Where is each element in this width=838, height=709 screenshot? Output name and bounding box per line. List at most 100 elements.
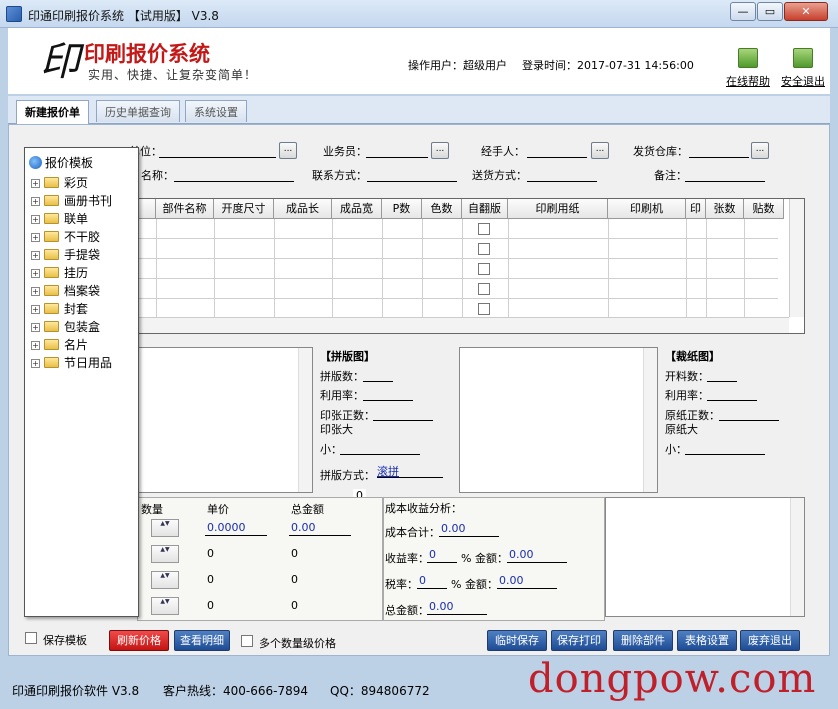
view-detail-button[interactable]: 查看明细 [174, 630, 230, 651]
qty-spinner[interactable]: ▲▼ [151, 519, 179, 537]
self-flip-checkbox[interactable] [478, 263, 490, 275]
expand-icon[interactable]: + [31, 251, 40, 260]
exit-icon[interactable] [793, 48, 813, 68]
unit-price-value[interactable]: 0 [207, 599, 214, 612]
expand-icon[interactable]: + [31, 269, 40, 278]
save-print-button[interactable]: 保存打印 [551, 630, 607, 651]
notes-box[interactable] [605, 497, 805, 617]
minimize-button[interactable]: — [730, 2, 756, 21]
total-value[interactable]: 0 [291, 599, 298, 612]
grid-header[interactable]: 成品长 [274, 199, 332, 219]
tree-item[interactable]: + 封套 [31, 300, 88, 318]
table-row[interactable] [138, 219, 778, 239]
parts-grid[interactable]: 部件名称 开度尺寸 成品长 成品宽 P数 色数 自翻版 印刷用纸 印刷机印张数 贴数 [137, 198, 805, 334]
expand-icon[interactable]: + [31, 197, 40, 206]
save-template-checkbox[interactable] [25, 632, 37, 644]
tab-history[interactable]: 历史单据查询 [96, 100, 180, 122]
expand-icon[interactable]: + [31, 341, 40, 350]
grid-header[interactable]: P数 [382, 199, 422, 219]
profit-amount-value[interactable]: 0.00 [509, 548, 534, 561]
tax-rate-value[interactable]: 0 [419, 574, 426, 587]
qty-spinner[interactable]: ▲▼ [151, 571, 179, 589]
tree-item[interactable]: + 节日用品 [31, 354, 112, 372]
template-tree[interactable]: 报价模板 + 彩页 + 画册书刊 + 联单 + 不干胶 + 手提袋 + 挂历 + 档案袋 + 封套 + 包装盒 + 名… [24, 147, 139, 617]
self-flip-checkbox[interactable] [478, 303, 490, 315]
tree-item[interactable]: + 手提袋 [31, 246, 100, 264]
grid-header[interactable]: 部件名称 [156, 199, 214, 219]
tree-item[interactable]: + 包装盒 [31, 318, 100, 336]
salesman-pick-button[interactable]: ... [431, 142, 449, 159]
grand-total-value[interactable]: 0.00 [429, 600, 454, 613]
close-button[interactable]: ✕ [784, 2, 828, 21]
expand-icon[interactable]: + [31, 215, 40, 224]
window-title: 印通印刷报价系统 【试用版】 V3.8 [28, 9, 219, 23]
qty-spinner[interactable]: ▲▼ [151, 545, 179, 563]
qty-spinner[interactable]: ▲▼ [151, 597, 179, 615]
cost-total-value[interactable]: 0.00 [441, 522, 466, 535]
refresh-price-button[interactable]: 刷新价格 [109, 630, 169, 651]
grid-header[interactable]: 印刷机 [608, 199, 686, 219]
grid-header[interactable]: 色数 [422, 199, 462, 219]
help-icon[interactable] [738, 48, 758, 68]
cutting-rate-label: 利用率： [665, 389, 709, 402]
contact-label: 联系方式： [312, 169, 367, 182]
discard-exit-button[interactable]: 废弃退出 [740, 630, 800, 651]
grid-header[interactable]: 开度尺寸 [214, 199, 274, 219]
self-flip-checkbox[interactable] [478, 283, 490, 295]
grid-header[interactable]: 张数 [706, 199, 744, 219]
grid-header[interactable]: 成品宽 [332, 199, 382, 219]
online-help-link[interactable]: 在线帮助 [726, 73, 770, 89]
total-value[interactable]: 0 [291, 573, 298, 586]
unit-price-value[interactable]: 0 [207, 573, 214, 586]
unit-price-value[interactable]: 0.0000 [207, 521, 246, 534]
total-value[interactable]: 0 [291, 547, 298, 560]
cost-title: 成本收益分析： [385, 502, 462, 515]
expand-icon[interactable]: + [31, 359, 40, 368]
handler-pick-button[interactable]: ... [591, 142, 609, 159]
folder-icon [44, 177, 59, 188]
tree-item[interactable]: + 挂历 [31, 264, 88, 282]
grid-header[interactable]: 印 [686, 199, 706, 219]
tax-amount-value[interactable]: 0.00 [499, 574, 524, 587]
maximize-button[interactable]: ▭ [757, 2, 783, 21]
expand-icon[interactable]: + [31, 179, 40, 188]
expand-icon[interactable]: + [31, 323, 40, 332]
self-flip-checkbox[interactable] [478, 243, 490, 255]
grid-header[interactable]: 印刷用纸 [508, 199, 608, 219]
grid-header[interactable]: 自翻版 [462, 199, 508, 219]
tree-item[interactable]: + 名片 [31, 336, 88, 354]
tree-item[interactable]: + 档案袋 [31, 282, 100, 300]
tree-item[interactable]: + 联单 [31, 210, 88, 228]
grid-horizontal-scrollbar[interactable] [138, 317, 789, 333]
tree-item[interactable]: + 彩页 [31, 174, 88, 192]
table-row[interactable] [138, 299, 778, 319]
table-settings-button[interactable]: 表格设置 [677, 630, 737, 651]
warehouse-pick-button[interactable]: ... [751, 142, 769, 159]
imposition-method-label: 拼版方式： [320, 469, 375, 482]
grid-header[interactable]: 贴数 [744, 199, 784, 219]
self-flip-checkbox[interactable] [478, 223, 490, 235]
tree-item[interactable]: + 不干胶 [31, 228, 100, 246]
delete-part-button[interactable]: 删除部件 [613, 630, 673, 651]
paper-size-label: 原纸大 [665, 423, 698, 436]
table-row[interactable] [138, 279, 778, 299]
customer-pick-button[interactable]: ... [279, 142, 297, 159]
tab-settings[interactable]: 系统设置 [185, 100, 247, 122]
multi-qty-checkbox[interactable] [241, 635, 253, 647]
temp-save-button[interactable]: 临时保存 [487, 630, 547, 651]
grid-vertical-scrollbar[interactable] [789, 199, 804, 317]
table-row[interactable] [138, 259, 778, 279]
safe-exit-link[interactable]: 安全退出 [781, 73, 825, 89]
unit-price-value[interactable]: 0 [207, 547, 214, 560]
profit-rate-value[interactable]: 0 [429, 548, 436, 561]
tree-root[interactable]: 报价模板 [29, 154, 93, 171]
expand-icon[interactable]: + [31, 233, 40, 242]
total-value[interactable]: 0.00 [291, 521, 316, 534]
app-header: 印 印刷报价系统 实用、快捷、让复杂变简单！ 操作用户：超级用户 登录时间：20… [8, 28, 830, 94]
table-row[interactable] [138, 239, 778, 259]
tree-item[interactable]: + 画册书刊 [31, 192, 112, 210]
expand-icon[interactable]: + [31, 305, 40, 314]
expand-icon[interactable]: + [31, 287, 40, 296]
tax-rate-label: 税率： [385, 578, 418, 591]
tab-new-quote[interactable]: 新建报价单 [16, 100, 89, 124]
